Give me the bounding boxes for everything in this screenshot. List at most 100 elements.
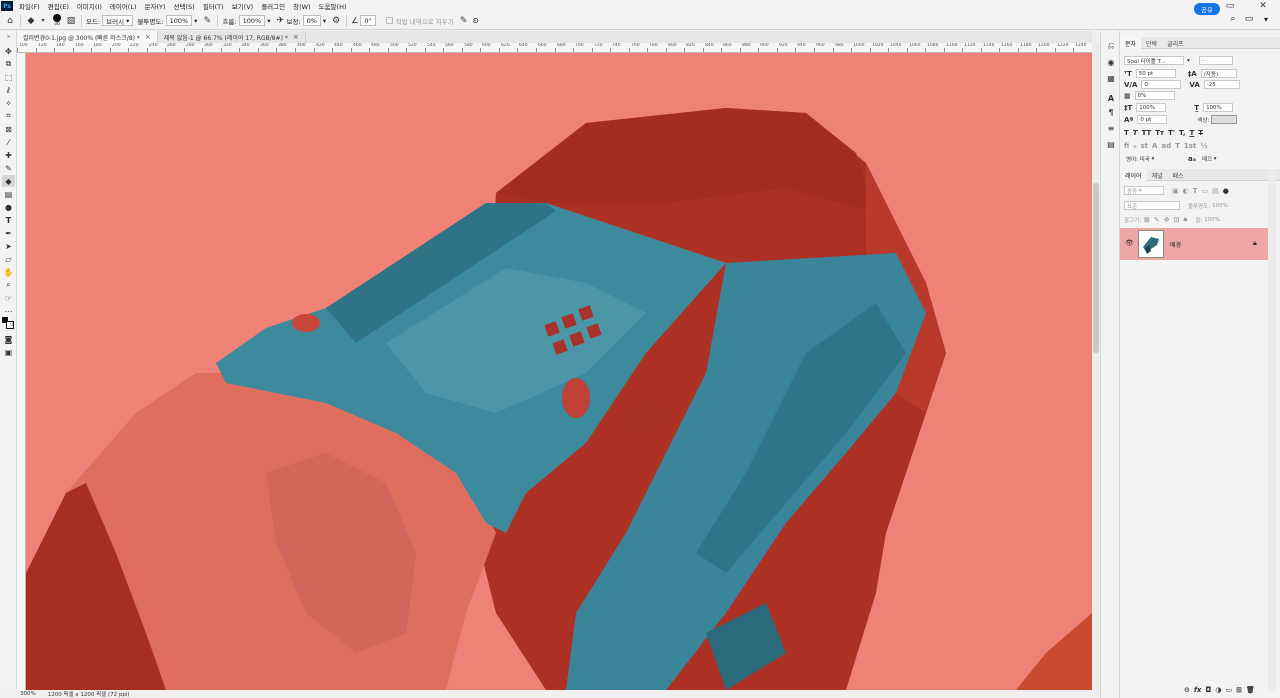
scroll-thumb[interactable]: [1093, 183, 1099, 353]
zoom-level[interactable]: 300%: [20, 691, 36, 697]
pen-tool-icon[interactable]: ✒: [2, 227, 15, 239]
eraser-tool-icon[interactable]: ◆: [2, 175, 15, 187]
menu-layer[interactable]: 레이어(L): [106, 1, 141, 11]
angle-input[interactable]: 0°: [360, 15, 376, 26]
libraries-icon[interactable]: ▤: [1105, 139, 1117, 149]
path-select-tool-icon[interactable]: ➤: [2, 240, 15, 252]
quick-mask-icon[interactable]: ◙: [2, 333, 15, 345]
tab-paths[interactable]: 패스: [1168, 169, 1189, 181]
pressure-size-icon[interactable]: ✎: [458, 15, 470, 27]
layer-style-icon[interactable]: fx: [1194, 686, 1202, 694]
chevron-down-icon[interactable]: ▾: [1187, 58, 1190, 64]
antialias-select[interactable]: 매끄 ▾: [1200, 154, 1230, 163]
tracking-input[interactable]: -25: [1203, 80, 1240, 89]
eraser-tool-icon[interactable]: ◆: [25, 15, 37, 27]
dodge-tool-icon[interactable]: ●: [2, 201, 15, 213]
menu-select[interactable]: 선택(S): [170, 1, 199, 11]
crop-tool-icon[interactable]: ⌗: [2, 110, 15, 122]
color-swatch[interactable]: [1211, 115, 1238, 124]
workspace-icon[interactable]: ▭: [1242, 13, 1256, 25]
titling-button[interactable]: T: [1175, 142, 1180, 150]
tab-layers[interactable]: 레이어: [1120, 169, 1147, 181]
stylistic-alternates-button[interactable]: ad: [1161, 142, 1171, 150]
airbrush-icon[interactable]: ✈: [274, 15, 286, 27]
kerning-input[interactable]: 0: [1141, 80, 1182, 89]
chevron-down-icon[interactable]: ▾: [37, 15, 49, 27]
gradient-tool-icon[interactable]: ▤: [2, 188, 15, 200]
filter-smart-icon[interactable]: ▤: [1212, 187, 1219, 195]
fill-input[interactable]: 100%: [1204, 217, 1220, 223]
close-icon[interactable]: ×: [145, 33, 151, 41]
all-caps-button[interactable]: TT: [1142, 129, 1152, 137]
superscript-button[interactable]: T': [1168, 129, 1175, 137]
swatches-icon[interactable]: ▦: [1105, 73, 1117, 83]
pressure-opacity-icon[interactable]: ✎: [201, 15, 213, 27]
font-style-select[interactable]: -: [1198, 56, 1233, 65]
small-caps-button[interactable]: Tт: [1155, 129, 1164, 137]
delete-layer-icon[interactable]: 🗑︎: [1246, 686, 1255, 694]
smoothing-settings-gear-icon[interactable]: ⚙: [330, 15, 342, 27]
filter-toggle-icon[interactable]: ●: [1223, 187, 1229, 195]
menu-help[interactable]: 도움말(H): [315, 1, 351, 11]
tab-glyphs[interactable]: 글리프: [1162, 37, 1189, 49]
toolbar-collapse-icon[interactable]: »: [2, 31, 15, 43]
swash-button[interactable]: A: [1152, 142, 1157, 150]
brush-preset-picker[interactable]: 30: [53, 13, 61, 28]
chevron-down-icon[interactable]: ▾: [194, 17, 197, 25]
opacity-input[interactable]: 100%: [165, 15, 193, 26]
strikethrough-button[interactable]: T: [1198, 129, 1203, 137]
marquee-tool-icon[interactable]: ⬚: [2, 71, 15, 83]
mode-select[interactable]: 브러시 ▾: [102, 15, 134, 26]
leading-input[interactable]: (자동): [1200, 69, 1237, 78]
blend-mode-select[interactable]: 표준: [1124, 201, 1180, 210]
lock-transparency-icon[interactable]: ⊠: [1144, 216, 1150, 224]
brush-settings-icon[interactable]: ▨: [65, 15, 77, 27]
smudge-tool-icon[interactable]: ☞: [2, 292, 15, 304]
object-select-tool-icon[interactable]: ✧: [2, 97, 15, 109]
layer-name[interactable]: 배경: [1170, 240, 1181, 249]
swap-colors-icon[interactable]: ↺: [8, 319, 16, 331]
subscript-button[interactable]: T,: [1179, 129, 1185, 137]
add-mask-icon[interactable]: ◘: [1205, 686, 1211, 694]
faux-bold-button[interactable]: T: [1124, 129, 1129, 137]
character-panel-icon[interactable]: A: [1105, 93, 1117, 103]
screen-mode-icon[interactable]: ▣: [2, 346, 15, 358]
horizontal-scale-input[interactable]: 100%: [1203, 103, 1234, 112]
link-layers-icon[interactable]: ⊝: [1184, 686, 1190, 694]
shape-tool-icon[interactable]: ▱: [2, 253, 15, 265]
filter-pixel-icon[interactable]: ▣: [1172, 187, 1179, 195]
erase-history-control[interactable]: 작업 내역으로 지우기: [385, 16, 454, 26]
alternates-button[interactable]: ℴ: [1133, 142, 1136, 150]
menu-window[interactable]: 창(W): [289, 1, 314, 11]
lock-image-icon[interactable]: ✎: [1154, 216, 1160, 224]
type-tool-icon[interactable]: T: [2, 214, 15, 226]
underline-button[interactable]: T: [1189, 129, 1194, 137]
share-button[interactable]: 공유: [1194, 3, 1220, 15]
document-info[interactable]: 1200 픽셀 x 1200 픽셀 (72 ppi): [48, 690, 130, 698]
chevron-down-icon[interactable]: ▾: [1259, 13, 1273, 25]
smoothing-input[interactable]: 0%: [302, 15, 321, 26]
menu-file[interactable]: 파일(F): [15, 1, 44, 11]
artboard-tool-icon[interactable]: ⧉: [2, 58, 15, 70]
layer-row-background[interactable]: 👁︎ 배경 🔒︎: [1120, 228, 1268, 260]
properties-icon[interactable]: ◉: [1105, 57, 1117, 67]
discretionary-ligatures-button[interactable]: st: [1140, 142, 1148, 150]
filter-type-icon[interactable]: T: [1193, 187, 1198, 195]
menu-filter[interactable]: 필터(T): [199, 1, 228, 11]
tab-channels[interactable]: 채널: [1147, 169, 1168, 181]
tab-document-2[interactable]: 제목 없음-1 @ 66.7% (레이어 17, RGB/8#) * ×: [158, 31, 306, 43]
eye-icon[interactable]: 👁︎: [1125, 239, 1134, 247]
zoom-tool-icon[interactable]: ⌕: [2, 279, 15, 291]
ligatures-button[interactable]: fi: [1124, 142, 1129, 150]
filter-shape-icon[interactable]: ▭: [1202, 187, 1209, 195]
close-icon[interactable]: ✕: [1246, 0, 1280, 12]
paragraph-panel-icon[interactable]: ¶: [1105, 107, 1117, 117]
menu-edit[interactable]: 편집(E): [44, 1, 73, 11]
layers-scrollbar[interactable]: [1268, 170, 1276, 690]
menu-view[interactable]: 보기(V): [228, 1, 257, 11]
erase-history-checkbox[interactable]: [385, 17, 393, 24]
new-layer-icon[interactable]: ⊞: [1236, 686, 1242, 694]
lock-artboard-icon[interactable]: ⊡: [1174, 216, 1180, 224]
tsume-input[interactable]: 0%: [1134, 91, 1175, 100]
fractions-button[interactable]: ½: [1200, 142, 1207, 150]
